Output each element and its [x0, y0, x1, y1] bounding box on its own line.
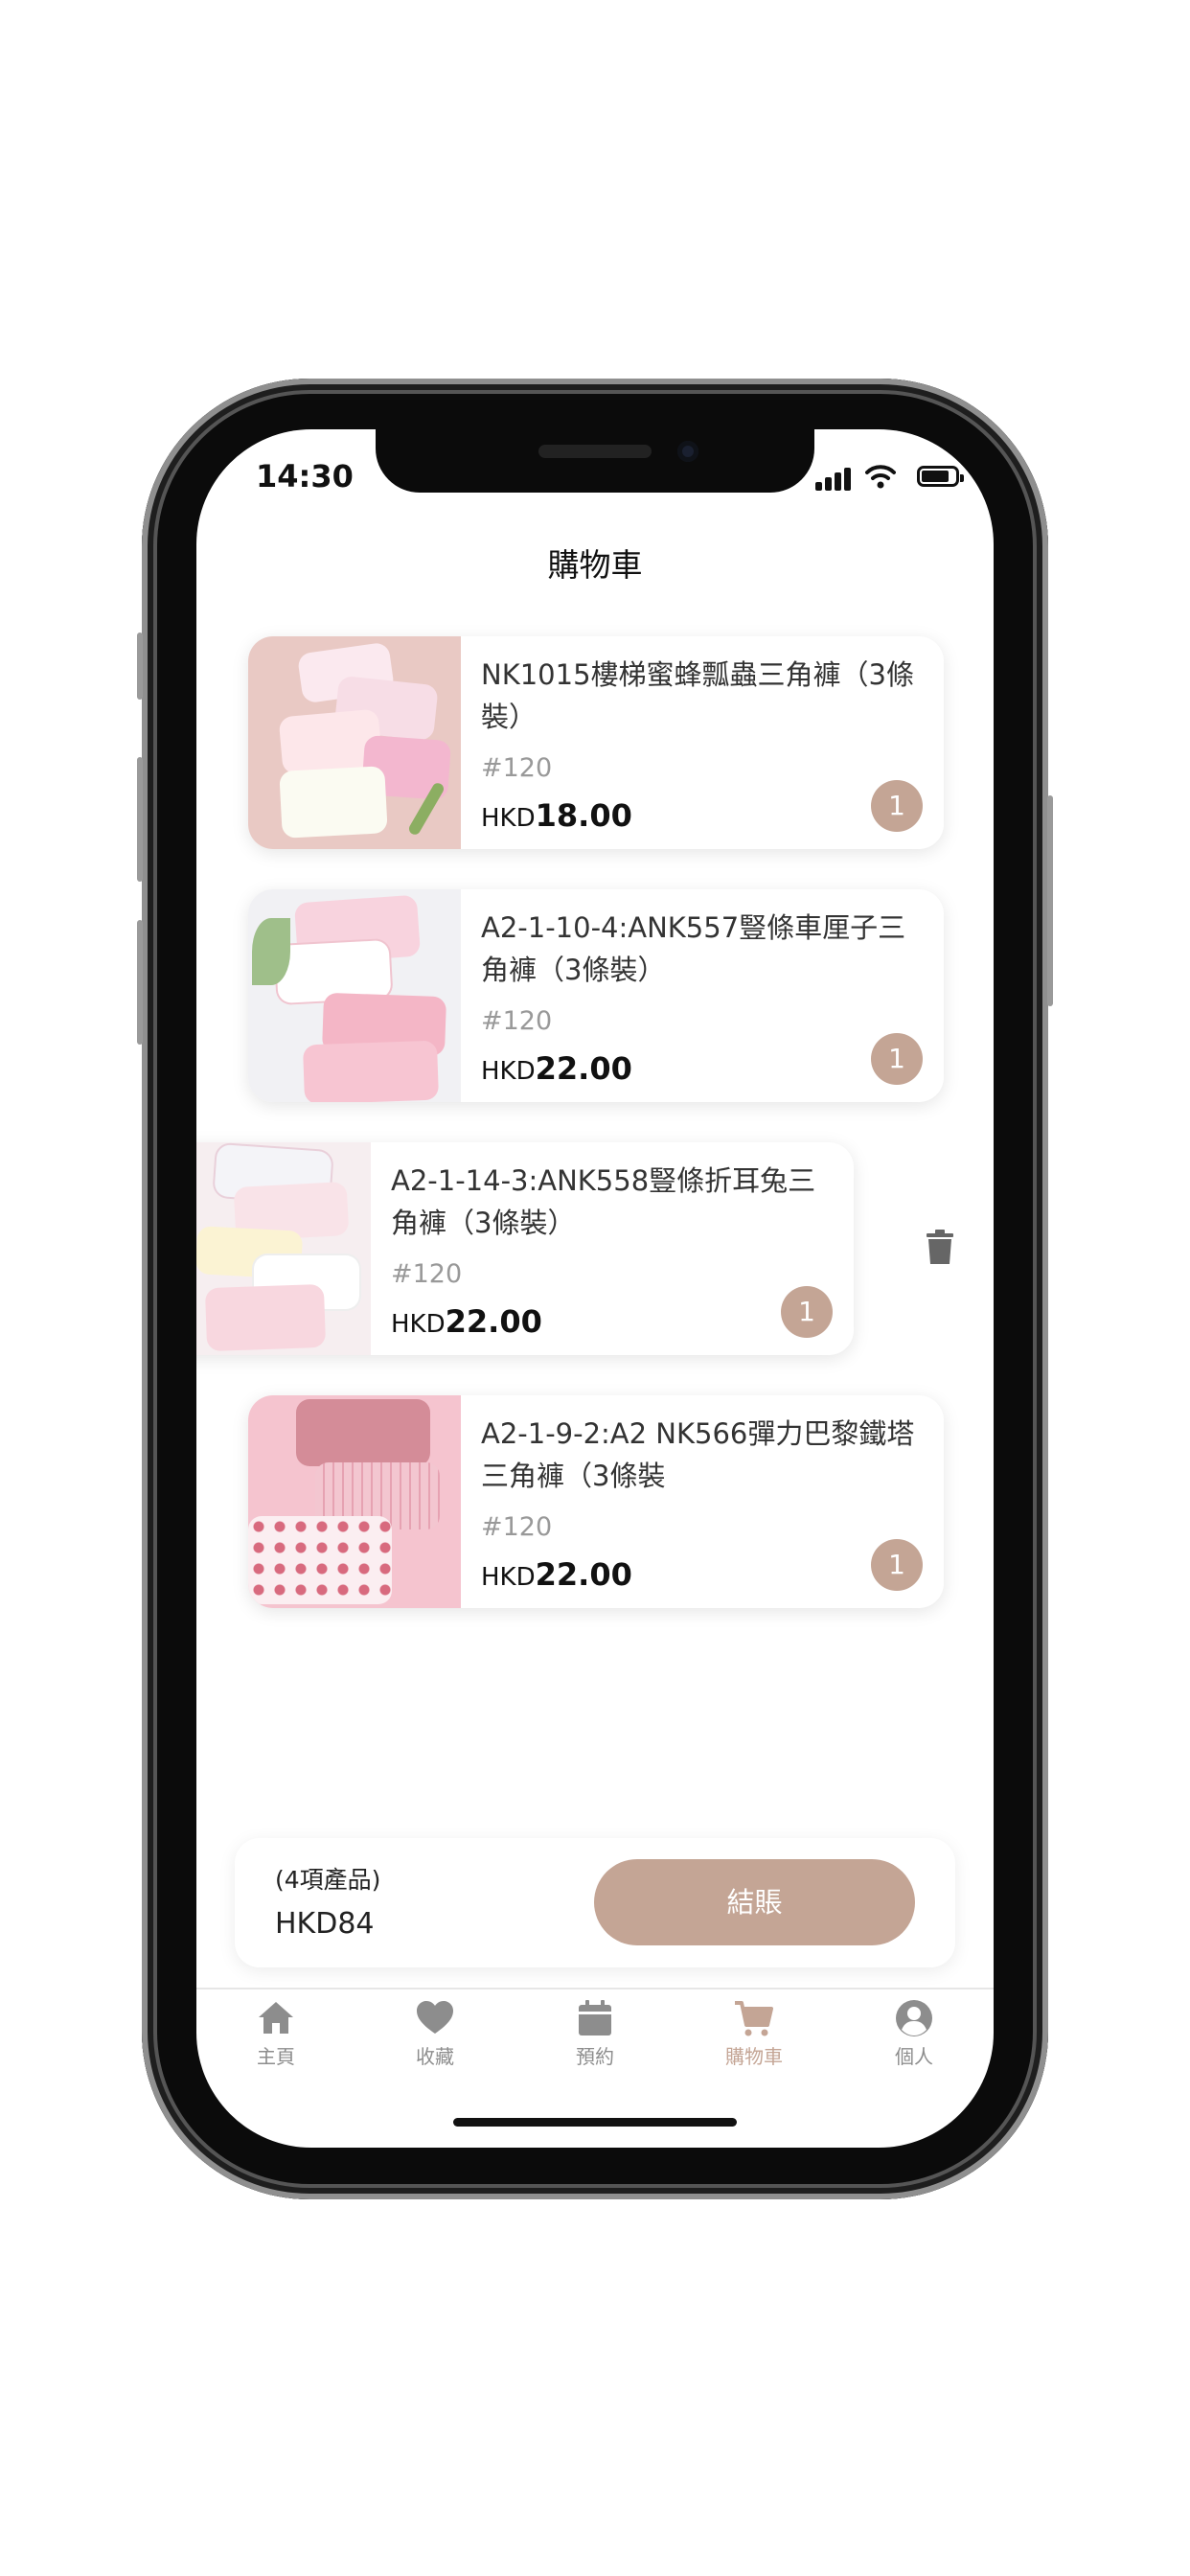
tab-label: 預約	[576, 2045, 614, 2068]
signal-icon	[835, 472, 841, 491]
product-image-garment	[302, 1040, 440, 1102]
tab-label: 主頁	[257, 2045, 295, 2068]
signal-icon	[815, 482, 822, 491]
front-camera	[677, 441, 698, 462]
wifi-icon	[865, 465, 896, 489]
cart-item-card[interactable]: A2-1-10-4:ANK557豎條車厘子三角褲（3條裝） #120 HKD22…	[248, 889, 944, 1102]
tab-cart[interactable]: 購物車	[697, 1997, 812, 2069]
user-icon	[896, 2000, 932, 2036]
product-name: A2-1-9-2:A2 NK566彈力巴黎鐵塔三角褲（3條裝	[481, 1417, 915, 1492]
price-amount: 18.00	[535, 797, 632, 834]
status-time: 14:30	[256, 458, 354, 494]
home-indicator[interactable]	[453, 2118, 737, 2127]
price-currency: HKD	[481, 804, 536, 833]
product-image-garment	[279, 766, 388, 839]
cart-summary: (4項產品) HKD84 結賬	[235, 1838, 955, 1967]
price-currency: HKD	[391, 1310, 446, 1339]
product-sku: #120	[481, 753, 553, 783]
volume-down-button	[137, 920, 143, 1045]
product-image	[248, 1395, 461, 1608]
product-price: HKD22.00	[481, 1050, 632, 1087]
price-currency: HKD	[481, 1057, 536, 1086]
tab-booking[interactable]: 預約	[538, 1997, 652, 2069]
tab-label: 購物車	[725, 2045, 783, 2068]
signal-icon	[844, 468, 851, 491]
page-title: 購物車	[547, 546, 643, 584]
tab-bar: 主頁 收藏 預約 購物車 個人	[196, 1997, 994, 2083]
trash-icon[interactable]	[927, 1230, 953, 1264]
tab-profile[interactable]: 個人	[857, 1997, 972, 2069]
price-amount: 22.00	[535, 1050, 632, 1087]
home-icon	[259, 2002, 293, 2034]
tab-label: 收藏	[416, 2045, 454, 2068]
price-amount: 22.00	[535, 1556, 632, 1593]
power-button	[1047, 795, 1053, 1006]
product-image-leaves	[252, 918, 290, 985]
calendar-icon	[579, 2000, 611, 2036]
battery-icon	[917, 466, 964, 487]
product-name: NK1015樓梯蜜蜂瓢蟲三角褲（3條裝）	[481, 658, 914, 733]
cart-item-card[interactable]: NK1015樓梯蜜蜂瓢蟲三角褲（3條裝） #120 HKD18.00 1	[248, 636, 944, 849]
cart-item-card[interactable]: A2-1-9-2:A2 NK566彈力巴黎鐵塔三角褲（3條裝 #120 HKD2…	[248, 1395, 944, 1608]
tab-label: 個人	[895, 2045, 933, 2068]
product-name: A2-1-14-3:ANK558豎條折耳兔三角褲（3條裝）	[391, 1164, 816, 1239]
cart-item-card[interactable]: A2-1-14-3:ANK558豎條折耳兔三角褲（3條裝） #120 HKD22…	[196, 1142, 854, 1355]
product-price: HKD22.00	[481, 1556, 632, 1593]
phone-screen: 14:30 購物車 NK1015樓梯蜜蜂瓢蟲三角褲（3條裝） #120 HKD1…	[196, 429, 994, 2148]
status-icons	[815, 464, 964, 491]
quantity-badge[interactable]: 1	[871, 780, 923, 832]
product-image	[248, 889, 461, 1102]
product-image-garment	[296, 1399, 430, 1466]
tab-favorites[interactable]: 收藏	[378, 1997, 492, 2069]
checkout-button[interactable]: 結賬	[594, 1859, 915, 1945]
speaker	[538, 445, 652, 458]
price-amount: 22.00	[445, 1303, 542, 1340]
heart-icon	[417, 2001, 453, 2034]
cart-total: HKD84	[275, 1907, 375, 1941]
tab-home[interactable]: 主頁	[218, 1997, 333, 2069]
quantity-badge[interactable]: 1	[781, 1286, 833, 1338]
quantity-badge[interactable]: 1	[871, 1539, 923, 1591]
notch	[376, 429, 814, 493]
mute-switch	[137, 632, 143, 700]
product-image-garment	[248, 1516, 392, 1604]
product-sku: #120	[481, 1006, 553, 1036]
signal-icon	[825, 477, 832, 491]
product-image-garment	[204, 1283, 327, 1352]
product-name: A2-1-10-4:ANK557豎條車厘子三角褲（3條裝）	[481, 911, 906, 986]
item-count: (4項產品)	[275, 1866, 381, 1894]
product-image	[248, 636, 461, 849]
cart-icon	[735, 2001, 773, 2036]
volume-up-button	[137, 757, 143, 882]
product-image	[196, 1142, 371, 1355]
price-currency: HKD	[481, 1563, 536, 1592]
product-price: HKD22.00	[391, 1303, 542, 1340]
product-sku: #120	[481, 1512, 553, 1542]
quantity-badge[interactable]: 1	[871, 1033, 923, 1085]
product-price: HKD18.00	[481, 797, 632, 834]
product-sku: #120	[391, 1259, 463, 1289]
tab-bar-divider	[196, 1988, 994, 1990]
